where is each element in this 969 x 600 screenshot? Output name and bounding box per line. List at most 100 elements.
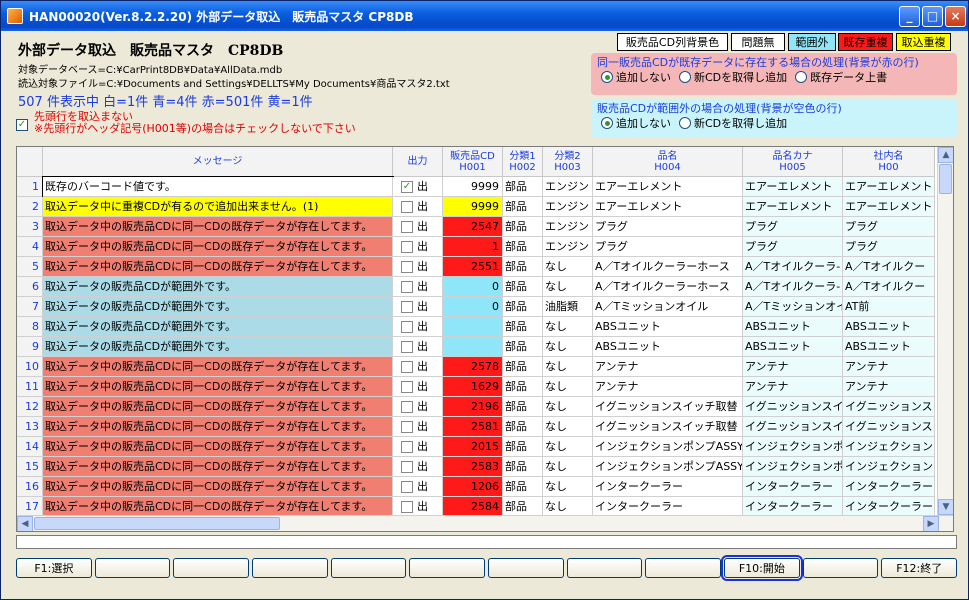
category1-cell[interactable]: 部品 xyxy=(503,437,543,457)
table-row[interactable]: 16 取込データ中の販売品CDに同一CDの既存データが存在してます。 出 1206 部品… xyxy=(17,477,935,497)
category1-cell[interactable]: 部品 xyxy=(503,237,543,257)
vertical-scrollbar[interactable]: ▲ ▼ xyxy=(937,147,953,515)
category1-cell[interactable]: 部品 xyxy=(503,217,543,237)
product-kana-cell[interactable]: インタークーラー xyxy=(743,477,843,497)
inhouse-name-cell[interactable]: AT前 xyxy=(843,297,935,317)
output-checkbox[interactable] xyxy=(401,380,413,393)
product-kana-cell[interactable]: アンテナ xyxy=(743,357,843,377)
table-row[interactable]: 14 取込データ中の販売品CDに同一CDの既存データが存在してます。 出 2015 部品… xyxy=(17,437,935,457)
product-name-cell[interactable]: アンテナ xyxy=(593,357,743,377)
category2-cell[interactable]: なし xyxy=(543,477,593,497)
product-kana-cell[interactable]: アンテナ xyxy=(743,377,843,397)
output-checkbox[interactable] xyxy=(401,480,413,493)
output-cell[interactable]: 出 xyxy=(393,277,443,297)
inhouse-name-cell[interactable]: インジェクション xyxy=(843,457,935,477)
category1-cell[interactable]: 部品 xyxy=(503,397,543,417)
import-data-grid[interactable]: メッセージ 出力 販売品CD H001 分類1 H002 分類2 H003 品名 H004 品名カナ… xyxy=(16,146,954,532)
category2-cell[interactable]: エンジン xyxy=(543,197,593,217)
inhouse-name-cell[interactable]: プラグ xyxy=(843,217,935,237)
product-name-cell[interactable]: A／Tミッションオイル xyxy=(593,297,743,317)
function-key-f3-button[interactable] xyxy=(173,558,250,578)
skip-first-row-checkbox[interactable]: ✓ xyxy=(16,119,28,131)
product-code-cell[interactable]: 2583 xyxy=(443,457,503,477)
function-key-f7-button[interactable] xyxy=(488,558,564,578)
product-kana-cell[interactable]: ABSユニット xyxy=(743,337,843,357)
category2-cell[interactable]: 油脂類 xyxy=(543,297,593,317)
category2-cell[interactable]: エンジン xyxy=(543,177,593,197)
product-kana-cell[interactable]: A／Tオイルクーラ- xyxy=(743,257,843,277)
close-button[interactable]: × xyxy=(945,5,966,27)
output-checkbox[interactable] xyxy=(401,340,413,353)
output-checkbox[interactable] xyxy=(401,300,413,313)
category2-cell[interactable]: なし xyxy=(543,277,593,297)
table-row[interactable]: 12 取込データ中の販売品CDに同一CDの既存データが存在してます。 出 2196 部品… xyxy=(17,397,935,417)
product-kana-cell[interactable]: プラグ xyxy=(743,217,843,237)
message-cell[interactable]: 取込データ中の販売品CDに同一CDの既存データが存在してます。 xyxy=(43,217,393,237)
product-code-cell[interactable]: 0 xyxy=(443,277,503,297)
output-checkbox[interactable] xyxy=(401,360,413,373)
product-name-cell[interactable]: インタークーラー xyxy=(593,477,743,497)
out-of-range-radio-1[interactable]: 新CDを取得し追加 xyxy=(679,115,787,131)
product-name-cell[interactable]: インジェクションポンプASSY xyxy=(593,437,743,457)
product-name-cell[interactable]: アンテナ xyxy=(593,377,743,397)
column-header-2[interactable]: 販売品CD H001 xyxy=(443,147,503,177)
scroll-right-arrow-icon[interactable]: ▶ xyxy=(923,516,939,531)
product-code-cell[interactable]: 2551 xyxy=(443,257,503,277)
inhouse-name-cell[interactable]: アンテナ xyxy=(843,377,935,397)
category1-cell[interactable]: 部品 xyxy=(503,477,543,497)
message-cell[interactable]: 取込データ中の販売品CDに同一CDの既存データが存在してます。 xyxy=(43,457,393,477)
table-row[interactable]: 6 取込データの販売品CDが範囲外です。出 0 部品 なし A／Tオイルクーラーホース A／… xyxy=(17,277,935,297)
column-header-0[interactable]: メッセージ xyxy=(43,147,393,177)
product-code-cell[interactable]: 2196 xyxy=(443,397,503,417)
function-key-f6-button[interactable] xyxy=(409,558,486,578)
table-row[interactable]: 13 取込データ中の販売品CDに同一CDの既存データが存在してます。 出 2581 部品… xyxy=(17,417,935,437)
category2-cell[interactable]: なし xyxy=(543,497,593,517)
category1-cell[interactable]: 部品 xyxy=(503,357,543,377)
maximize-button[interactable]: □ xyxy=(922,5,943,27)
product-kana-cell[interactable]: イグニッションスイッ xyxy=(743,397,843,417)
output-checkbox[interactable] xyxy=(401,440,413,453)
inhouse-name-cell[interactable]: アンテナ xyxy=(843,357,935,377)
column-header-6[interactable]: 品名カナ H005 xyxy=(743,147,843,177)
function-key-f2-button[interactable] xyxy=(94,558,171,578)
category1-cell[interactable]: 部品 xyxy=(503,377,543,397)
inhouse-name-cell[interactable]: プラグ xyxy=(843,237,935,257)
product-kana-cell[interactable]: ABSユニット xyxy=(743,317,843,337)
scroll-up-arrow-icon[interactable]: ▲ xyxy=(938,147,953,163)
output-cell[interactable]: 出 xyxy=(393,397,443,417)
function-key-f5-button[interactable] xyxy=(330,558,407,578)
function-key-f10-button[interactable]: F10:開始 xyxy=(721,555,803,581)
output-checkbox[interactable] xyxy=(401,500,413,513)
message-cell[interactable]: 取込データの販売品CDが範囲外です。 xyxy=(43,297,393,317)
category2-cell[interactable]: エンジン xyxy=(543,217,593,237)
output-cell[interactable]: 出 xyxy=(393,297,443,317)
table-row[interactable]: 11 取込データ中の販売品CDに同一CDの既存データが存在してます。 出 1629 部品… xyxy=(17,377,935,397)
duplicate-radio-1[interactable]: 新CDを取得し追加 xyxy=(679,69,787,85)
product-name-cell[interactable]: エアーエレメント xyxy=(593,197,743,217)
output-cell[interactable]: 出 xyxy=(393,237,443,257)
inhouse-name-cell[interactable]: イグニッションス xyxy=(843,417,935,437)
output-cell[interactable]: 出 xyxy=(393,357,443,377)
inhouse-name-cell[interactable]: インジェクション xyxy=(843,437,935,457)
column-header-5[interactable]: 品名 H004 xyxy=(593,147,743,177)
product-code-cell[interactable] xyxy=(443,337,503,357)
inhouse-name-cell[interactable]: ABSユニット xyxy=(843,337,935,357)
output-cell[interactable]: 出 xyxy=(393,217,443,237)
table-row[interactable]: 4 取込データ中の販売品CDに同一CDの既存データが存在してます。 出 1 部品 エンジン… xyxy=(17,237,935,257)
function-key-f12-button[interactable]: F12:終了 xyxy=(881,558,958,578)
message-cell[interactable]: 取込データの販売品CDが範囲外です。 xyxy=(43,277,393,297)
function-key-f1-button[interactable]: F1:選択 xyxy=(16,558,92,578)
inhouse-name-cell[interactable]: インタークーラー xyxy=(843,497,935,517)
category1-cell[interactable]: 部品 xyxy=(503,277,543,297)
output-cell[interactable]: 出 xyxy=(393,417,443,437)
message-cell[interactable]: 取込データ中の販売品CDに同一CDの既存データが存在してます。 xyxy=(43,497,393,517)
output-checkbox[interactable] xyxy=(401,400,413,413)
product-name-cell[interactable]: イグニッションスイッチ取替 xyxy=(593,397,743,417)
title-bar[interactable]: HAN00020(Ver.8.2.2.20) 外部データ取込 販売品マスタ CP… xyxy=(1,1,968,31)
output-cell[interactable]: 出 xyxy=(393,337,443,357)
product-kana-cell[interactable]: インジェクションポン xyxy=(743,457,843,477)
column-header-1[interactable]: 出力 xyxy=(393,147,443,177)
table-row[interactable]: 10 取込データ中の販売品CDに同一CDの既存データが存在してます。 出 2578 部品… xyxy=(17,357,935,377)
category2-cell[interactable]: なし xyxy=(543,357,593,377)
category1-cell[interactable]: 部品 xyxy=(503,497,543,517)
